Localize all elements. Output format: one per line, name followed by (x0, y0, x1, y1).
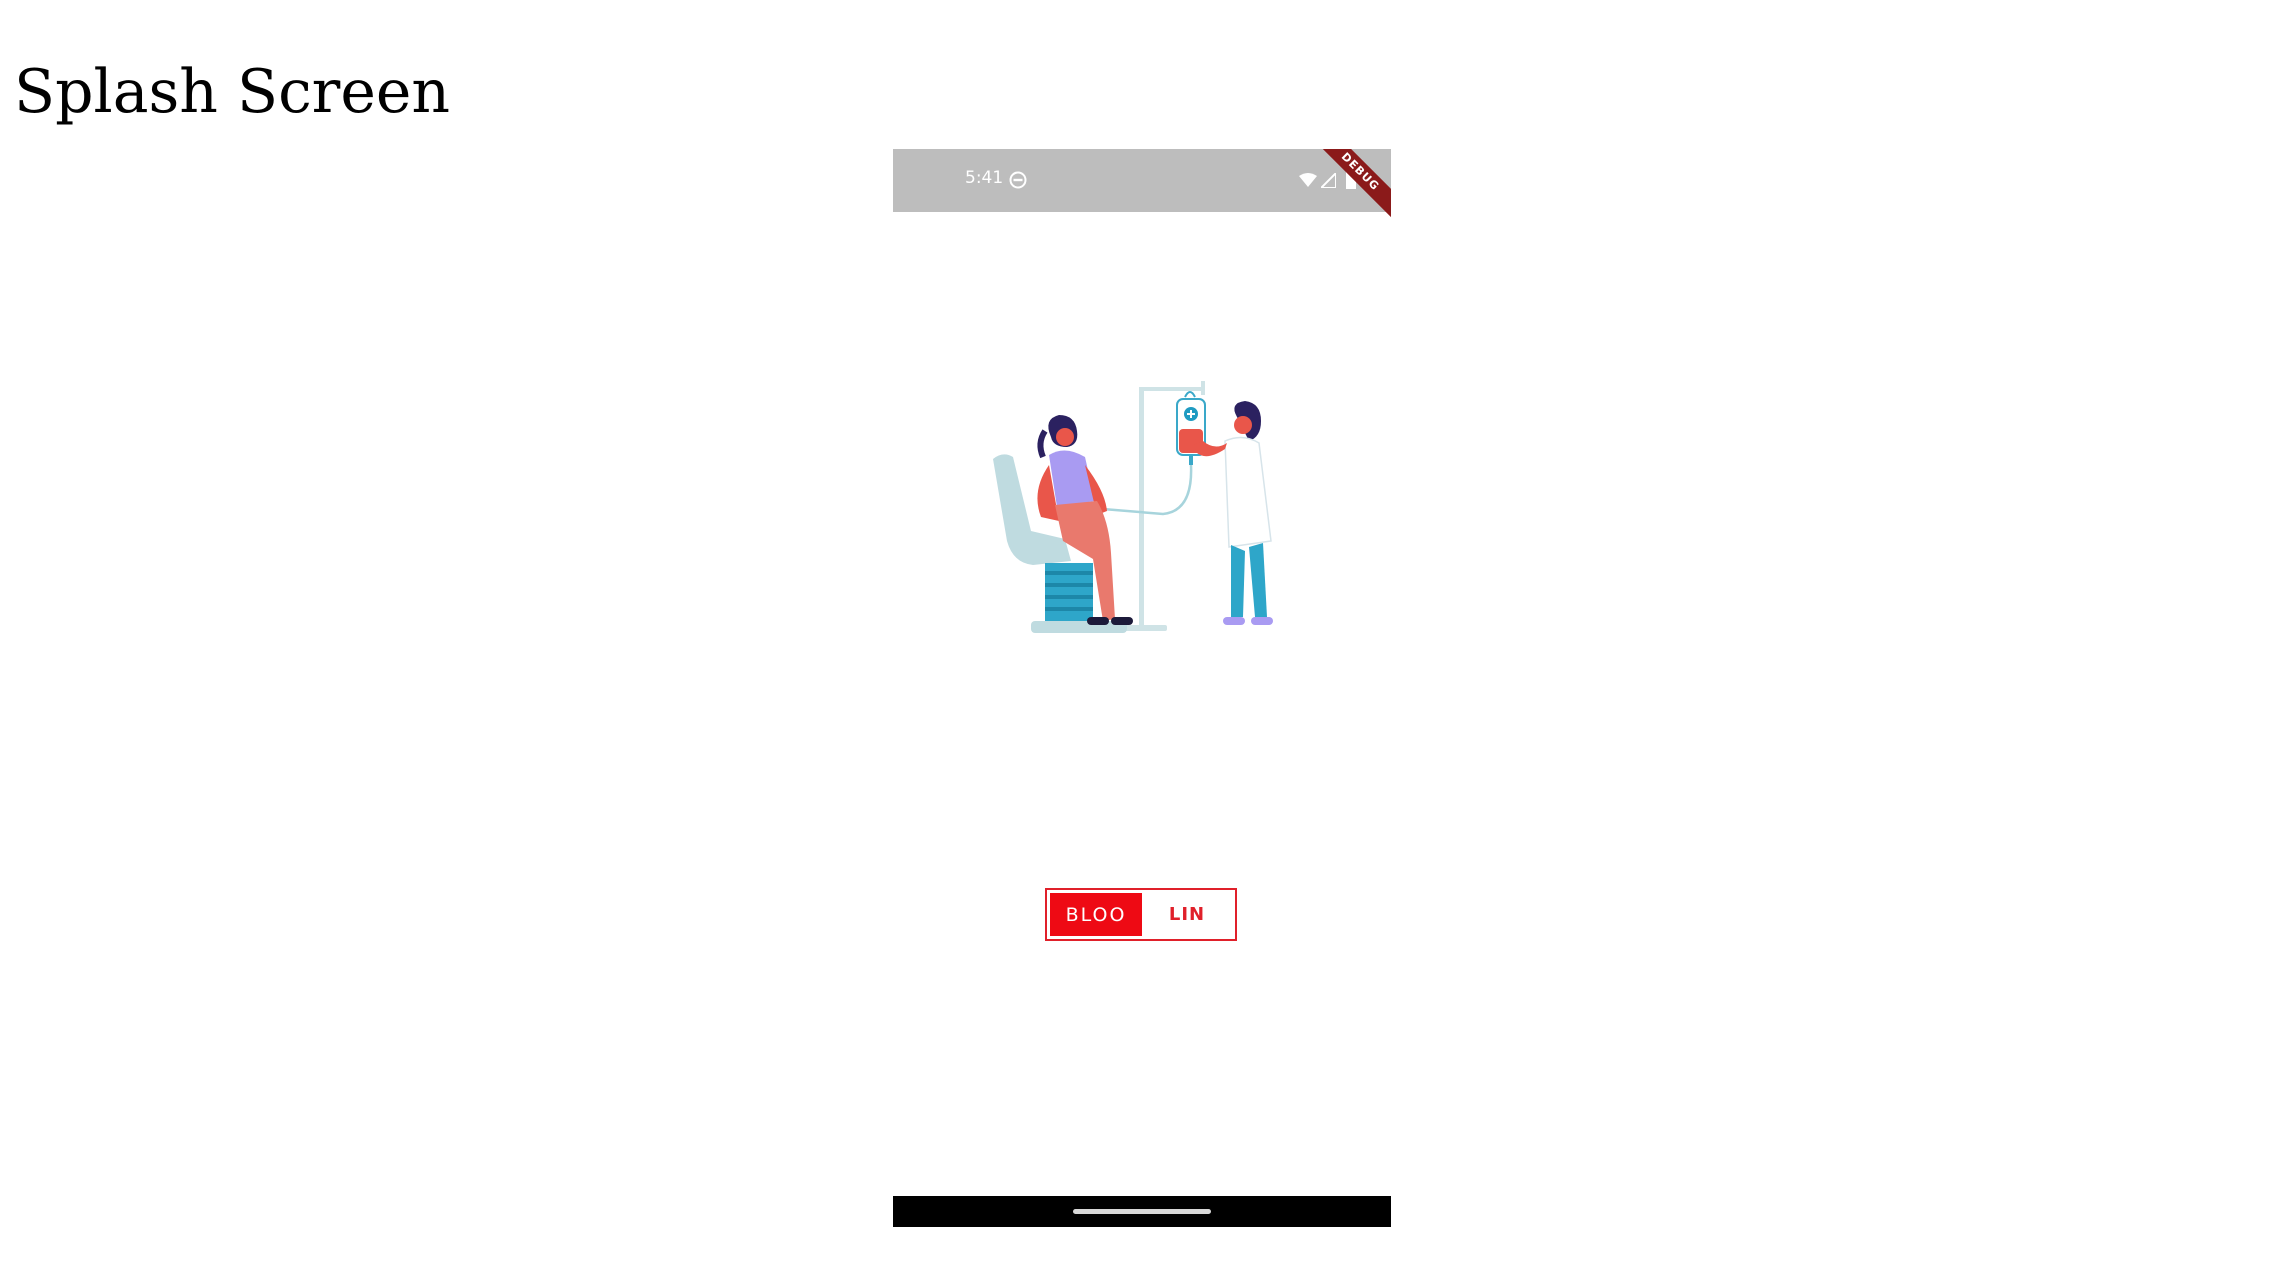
logo-left-text: BLOO (1065, 903, 1127, 926)
logo-right-block: LIN (1142, 893, 1232, 936)
status-time: 5:41 (965, 168, 1004, 188)
page-title: Splash Screen (14, 57, 451, 127)
app-logo: BLOO LIN (1045, 888, 1237, 941)
logo-left-block: BLOO (1050, 893, 1142, 936)
home-indicator[interactable] (1073, 1209, 1211, 1214)
page: Splash Screen 5:41 DEBUG BLOO LIN (0, 0, 2285, 1285)
navigation-bar (893, 1196, 1391, 1227)
status-bar: 5:41 DEBUG (893, 149, 1391, 226)
wifi-icon (1299, 173, 1317, 187)
logo-right-text: LIN (1168, 904, 1206, 925)
blood-donation-illustration (993, 381, 1273, 633)
signal-icon (1321, 173, 1336, 188)
do-not-disturb-icon (1009, 171, 1027, 189)
phone-screen: 5:41 DEBUG BLOO LIN (893, 149, 1391, 1227)
